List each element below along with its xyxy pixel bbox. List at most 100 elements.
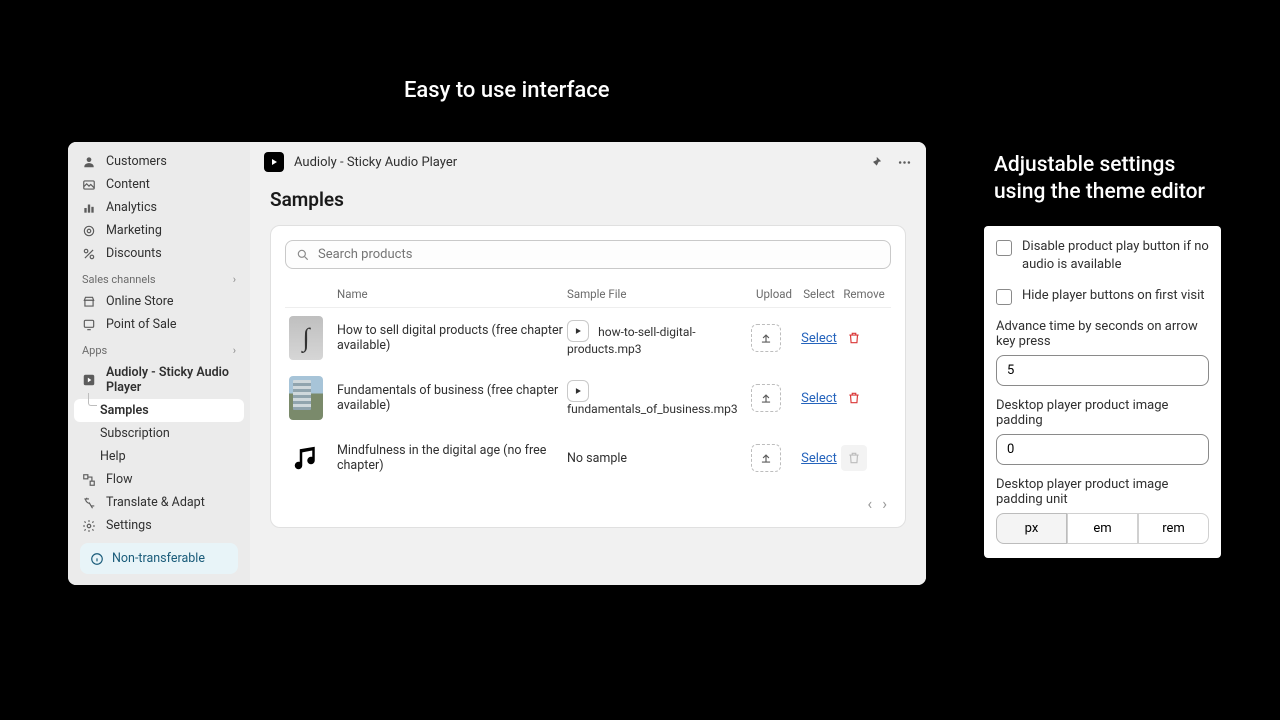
sidebar-item-label: Content (106, 177, 150, 192)
samples-card: Name Sample File Upload Select Remove ∫ … (270, 225, 906, 528)
sidebar-item-label: Settings (106, 518, 152, 533)
product-thumb (289, 436, 323, 480)
col-sample: Sample File (567, 287, 751, 301)
person-icon (82, 155, 96, 169)
samples-table: Name Sample File Upload Select Remove ∫ … (285, 281, 891, 513)
table-row: ∫ How to sell digital products (free cha… (285, 308, 891, 368)
sidebar-item-audioly[interactable]: Audioly - Sticky Audio Player (74, 361, 244, 399)
pos-icon (82, 318, 96, 332)
sidebar: Customers Content Analytics Marketing Di… (68, 142, 250, 585)
advance-input[interactable] (996, 355, 1209, 386)
product-thumb (289, 376, 323, 420)
advance-label: Advance time by seconds on arrow key pre… (996, 319, 1209, 349)
play-button[interactable] (567, 380, 589, 402)
setting-label: Hide player buttons on first visit (1022, 287, 1204, 305)
sidebar-item-customers[interactable]: Customers (74, 150, 244, 173)
col-upload: Upload (751, 287, 797, 301)
upload-button[interactable] (751, 444, 781, 472)
checkbox-disable-play[interactable] (996, 240, 1012, 256)
sidebar-item-analytics[interactable]: Analytics (74, 196, 244, 219)
caption-left: Easy to use interface (404, 78, 610, 103)
search-box[interactable] (285, 240, 891, 269)
store-icon (82, 295, 96, 309)
search-input[interactable] (318, 247, 880, 262)
chevron-right-icon: › (233, 344, 236, 357)
non-transferable-pill[interactable]: Non-transferable (80, 543, 238, 574)
sidebar-item-label: Marketing (106, 223, 162, 238)
image-icon (82, 178, 96, 192)
page-title: Samples (250, 182, 926, 225)
info-icon (90, 552, 104, 566)
sidebar-item-label: Help (100, 449, 126, 464)
remove-button[interactable] (841, 385, 867, 411)
app-window: Customers Content Analytics Marketing Di… (68, 142, 926, 585)
sidebar-item-label: Samples (100, 403, 149, 418)
pager: ‹ › (285, 488, 891, 513)
sidebar-item-label: Analytics (106, 200, 157, 215)
sidebar-item-label: Customers (106, 154, 167, 169)
select-link[interactable]: Select (801, 331, 837, 346)
padding-input[interactable] (996, 434, 1209, 465)
table-row: Fundamentals of business (free chapter a… (285, 368, 891, 428)
play-square-icon (82, 373, 96, 387)
col-name: Name (337, 287, 567, 301)
product-name: How to sell digital products (free chapt… (337, 323, 567, 353)
topbar: Audioly - Sticky Audio Player (250, 142, 926, 182)
padding-label: Desktop player product image padding (996, 398, 1209, 428)
sidebar-item-discounts[interactable]: Discounts (74, 242, 244, 265)
gear-icon (82, 519, 96, 533)
sidebar-section-apps[interactable]: Apps › (74, 336, 244, 361)
sidebar-item-content[interactable]: Content (74, 173, 244, 196)
pin-icon[interactable] (868, 155, 883, 170)
caption-right: Adjustable settings using the theme edit… (994, 152, 1214, 207)
sidebar-item-marketing[interactable]: Marketing (74, 219, 244, 242)
sidebar-section-channels[interactable]: Sales channels › (74, 265, 244, 290)
upload-button[interactable] (751, 384, 781, 412)
no-sample-text: No sample (567, 451, 627, 466)
sidebar-section-label: Sales channels (82, 273, 156, 286)
sidebar-item-flow[interactable]: Flow (74, 468, 244, 491)
remove-button-disabled (841, 445, 867, 471)
sidebar-item-pos[interactable]: Point of Sale (74, 313, 244, 336)
col-remove: Remove (841, 287, 887, 301)
flow-icon (82, 473, 96, 487)
sidebar-item-settings[interactable]: Settings (74, 514, 244, 537)
product-name: Mindfulness in the digital age (no free … (337, 443, 567, 473)
prev-page[interactable]: ‹ (867, 494, 872, 513)
more-icon[interactable] (897, 155, 912, 170)
sidebar-sub-help[interactable]: Help (74, 445, 244, 468)
select-link[interactable]: Select (801, 451, 837, 466)
table-header: Name Sample File Upload Select Remove (285, 281, 891, 308)
sidebar-sub-samples[interactable]: Samples (74, 399, 244, 422)
topbar-title: Audioly - Sticky Audio Player (294, 155, 858, 170)
play-button[interactable] (567, 320, 589, 342)
unit-rem[interactable]: rem (1138, 513, 1209, 544)
sidebar-sub-subscription[interactable]: Subscription (74, 422, 244, 445)
sidebar-item-online-store[interactable]: Online Store (74, 290, 244, 313)
next-page[interactable]: › (882, 494, 887, 513)
sidebar-item-label: Translate & Adapt (106, 495, 205, 510)
unit-em[interactable]: em (1067, 513, 1138, 544)
target-icon (82, 224, 96, 238)
table-row: Mindfulness in the digital age (no free … (285, 428, 891, 488)
sidebar-item-label: Online Store (106, 294, 173, 309)
product-thumb: ∫ (289, 316, 323, 360)
percent-icon (82, 247, 96, 261)
select-link[interactable]: Select (801, 391, 837, 406)
pill-label: Non-transferable (112, 551, 205, 566)
sidebar-item-label: Discounts (106, 246, 162, 261)
sidebar-item-translate[interactable]: Translate & Adapt (74, 491, 244, 514)
sidebar-section-label: Apps (82, 344, 107, 357)
setting-label: Disable product play button if no audio … (1022, 238, 1209, 273)
unit-label: Desktop player product image padding uni… (996, 477, 1209, 507)
col-select: Select (797, 287, 841, 301)
sidebar-item-label: Flow (106, 472, 132, 487)
remove-button[interactable] (841, 325, 867, 351)
unit-px[interactable]: px (996, 513, 1067, 544)
upload-button[interactable] (751, 324, 781, 352)
checkbox-hide-buttons[interactable] (996, 289, 1012, 305)
sidebar-item-label: Subscription (100, 426, 170, 441)
translate-icon (82, 496, 96, 510)
settings-panel: Disable product play button if no audio … (984, 226, 1221, 558)
sidebar-item-label: Point of Sale (106, 317, 177, 332)
